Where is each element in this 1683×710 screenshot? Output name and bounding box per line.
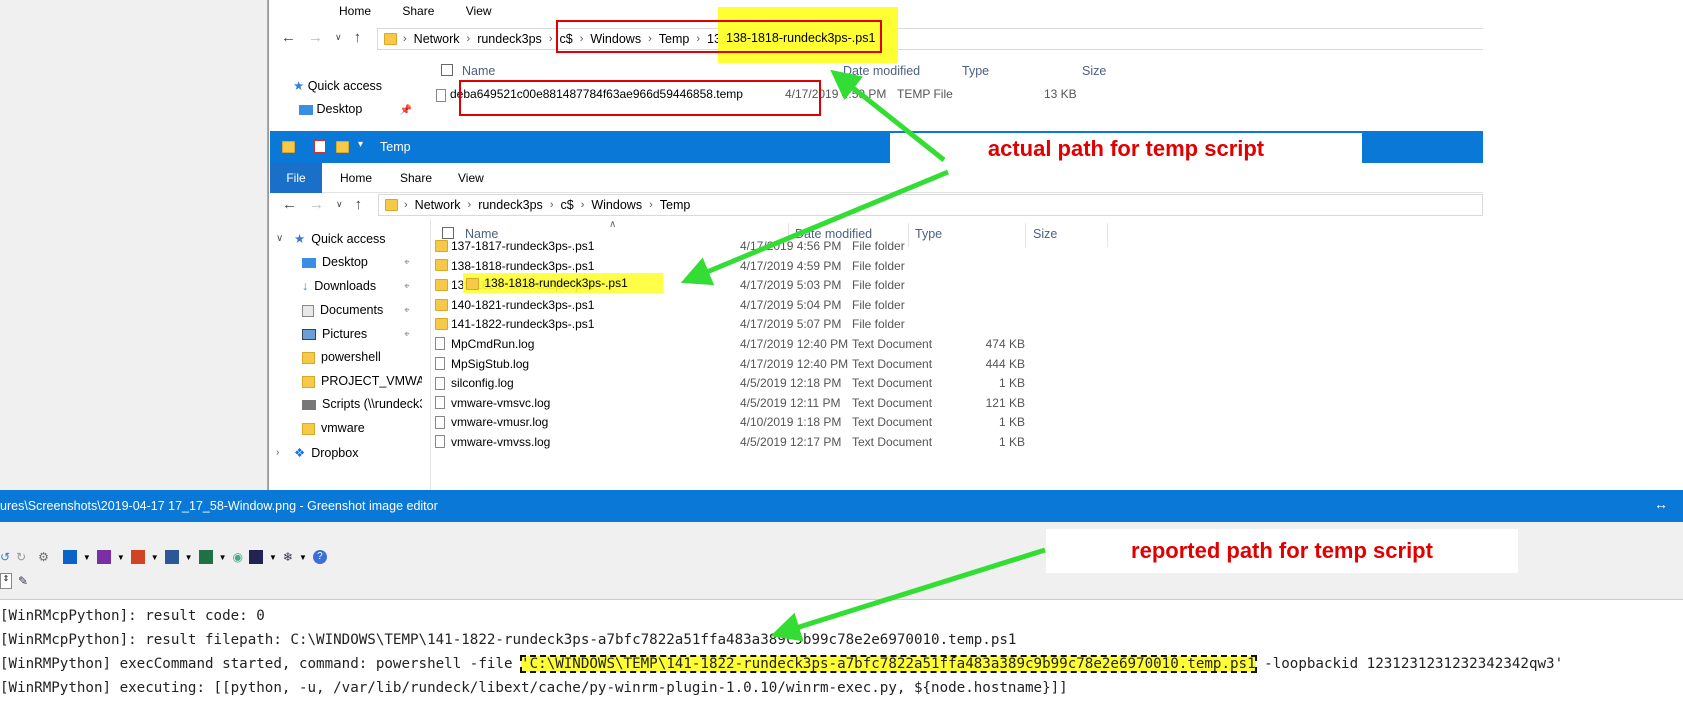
arrow-to-folder: [680, 169, 949, 286]
arrow-to-log: [770, 547, 1046, 642]
arrow-to-address: [830, 69, 946, 162]
annotation-arrows: [680, 69, 1046, 642]
